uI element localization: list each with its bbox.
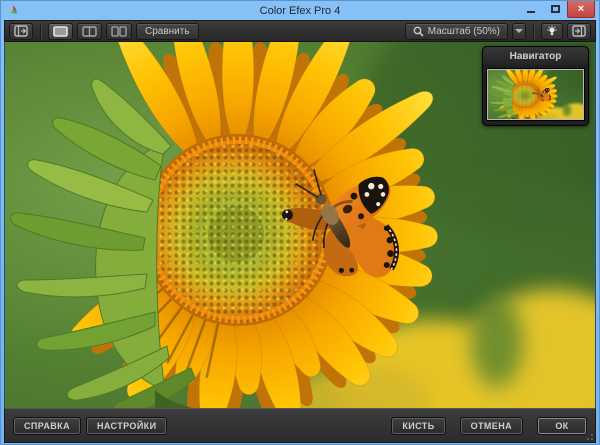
close-button[interactable]: × xyxy=(567,1,595,18)
toolbar-separator xyxy=(40,23,41,39)
navigator-thumbnail[interactable] xyxy=(487,69,584,120)
navigator-title: Навигатор xyxy=(483,47,588,65)
magnifier-icon xyxy=(413,26,424,37)
help-button[interactable]: СПРАВКА xyxy=(13,417,81,435)
cancel-button[interactable]: ОТМЕНА xyxy=(460,417,523,435)
footer-bar: СПРАВКА НАСТРОЙКИ КИСТЬ ОТМЕНА ОК xyxy=(4,408,596,443)
side-by-side-view-icon xyxy=(111,26,127,37)
ok-button[interactable]: ОК xyxy=(537,417,587,435)
view-single-button[interactable] xyxy=(48,23,73,40)
lightbulb-icon xyxy=(546,25,558,38)
toolbar-separator xyxy=(533,23,534,39)
minimize-button[interactable] xyxy=(519,1,543,17)
view-sidebyside-button[interactable] xyxy=(106,23,132,40)
brush-button[interactable]: КИСТЬ xyxy=(391,417,445,435)
view-split-button[interactable] xyxy=(77,23,102,40)
single-view-icon xyxy=(53,26,68,37)
zoom-label: Масштаб (50%) xyxy=(428,26,500,37)
minimize-icon xyxy=(527,11,535,13)
panel-left-icon xyxy=(14,25,28,37)
settings-button[interactable]: НАСТРОЙКИ xyxy=(86,417,167,435)
toggle-right-panel-button[interactable] xyxy=(567,23,591,40)
zoom-dropdown-button[interactable] xyxy=(512,23,526,40)
navigator-panel: Навигатор xyxy=(482,46,589,126)
zoom-button[interactable]: Масштаб (50%) xyxy=(405,23,508,40)
resize-grip[interactable] xyxy=(583,430,593,440)
toggle-left-panel-button[interactable] xyxy=(9,23,33,40)
sunflower-disc xyxy=(142,134,334,326)
maximize-button[interactable] xyxy=(543,1,567,17)
maximize-icon xyxy=(551,5,560,13)
image-preview-area[interactable]: Навигатор xyxy=(4,42,596,408)
background-color-button[interactable] xyxy=(541,23,563,40)
chevron-down-icon xyxy=(515,29,523,33)
compare-button[interactable]: Сравнить xyxy=(136,23,199,40)
app-window: Color Efex Pro 4 × xyxy=(0,0,600,445)
titlebar: Color Efex Pro 4 × xyxy=(1,1,599,20)
toolbar: Сравнить Масштаб (50%) xyxy=(4,20,596,42)
panel-right-icon xyxy=(572,25,586,37)
split-view-icon xyxy=(82,26,97,37)
window-title: Color Efex Pro 4 xyxy=(1,2,599,20)
